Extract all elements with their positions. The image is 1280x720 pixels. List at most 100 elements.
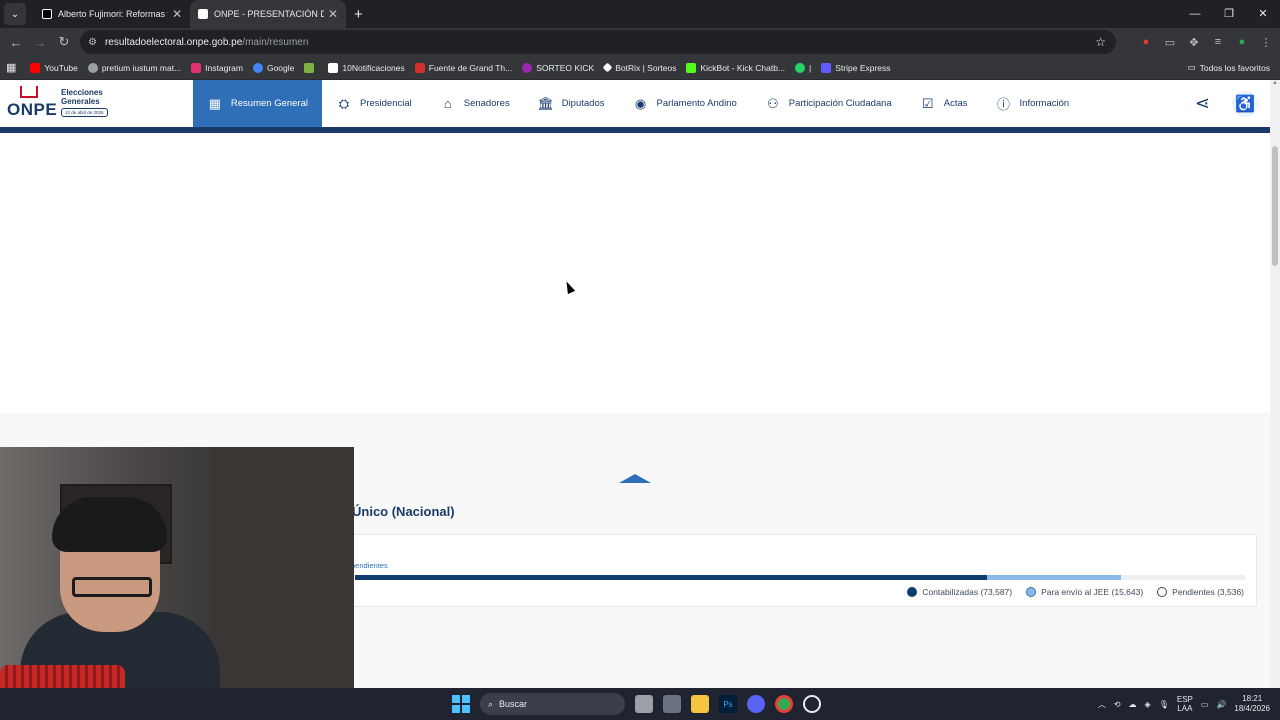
bookmark-sorteo-kick[interactable]: SORTEO KICK — [522, 62, 594, 73]
minimize-button[interactable]: — — [1178, 0, 1212, 28]
close-icon[interactable]: ✕ — [172, 7, 182, 21]
new-tab-button[interactable]: + — [354, 6, 363, 23]
tab-search-icon[interactable]: ≡ — [1210, 36, 1226, 48]
taskbar-search[interactable]: ⌕ Buscar — [480, 693, 625, 715]
chrome-icon[interactable] — [775, 695, 793, 713]
kick-icon — [522, 62, 533, 73]
address-bar[interactable]: ⚙ resultadoelectoral.onpe.gob.pe/main/re… — [80, 30, 1116, 54]
discord-icon[interactable] — [747, 695, 765, 713]
pending-label: pendientes — [351, 561, 388, 570]
legend-contabilizadas: Contabilizadas (73,587) — [907, 587, 1012, 597]
forward-button[interactable]: → — [28, 35, 52, 50]
bookmark-botrix[interactable]: BotRix | Sorteos — [602, 63, 676, 73]
bookmark-google[interactable]: Google — [252, 62, 294, 73]
accessibility-icon[interactable]: ♿ — [1232, 90, 1258, 117]
tab-search-button[interactable]: ⌄ — [4, 3, 26, 25]
task-view-icon[interactable] — [635, 695, 653, 713]
lang-2: LAA — [1177, 704, 1193, 713]
bookmark-label: Fuente de Grand Th... — [428, 62, 513, 73]
language-indicator[interactable]: ESP LAA — [1177, 695, 1193, 713]
apps-grid-icon[interactable]: ▦ — [6, 61, 16, 74]
restore-button[interactable]: ❐ — [1212, 0, 1246, 28]
extension-record-icon[interactable]: ● — [1138, 36, 1154, 48]
nav-participacion-ciudadana[interactable]: ⚇ Participación Ciudadana — [751, 80, 906, 127]
obs-icon[interactable] — [803, 695, 821, 713]
extensions-puzzle-icon[interactable]: ✥ — [1186, 36, 1202, 49]
progress-jee — [987, 575, 1121, 580]
page-scrollbar[interactable]: ▲ — [1270, 80, 1280, 688]
printer-app-icon[interactable] — [663, 695, 681, 713]
bookmark-instagram[interactable]: Instagram — [191, 62, 243, 73]
bookmark-pretium[interactable]: pretium iustum mat... — [87, 62, 181, 73]
taskbar-clock[interactable]: 18:21 18/4/2026 — [1234, 694, 1270, 714]
photoshop-icon[interactable]: Ps — [719, 695, 737, 713]
volume-icon[interactable]: 🔊 — [1216, 700, 1226, 709]
chevron-up-icon[interactable]: ︿ — [1098, 699, 1106, 710]
site-info-icon[interactable]: ⚙ — [88, 37, 97, 48]
browser-tab-0[interactable]: Alberto Fujimori: Reformas y Ec ✕ — [34, 0, 190, 28]
extension-card-icon[interactable]: ▭ — [1162, 36, 1178, 49]
browser-tab-1[interactable]: ONPE - PRESENTACIÓN DE RES ✕ — [190, 0, 346, 28]
scrollbar-thumb[interactable] — [1272, 146, 1278, 266]
all-bookmarks-button[interactable]: ▭ Todos los favoritos — [1188, 62, 1270, 73]
share-icon[interactable]: ⋖ — [1195, 93, 1210, 114]
bookmark-kickbot[interactable]: KickBot - Kick Chatb... — [686, 62, 786, 73]
url-path: /main/resumen — [242, 36, 309, 48]
webcam-person-hair — [52, 497, 167, 552]
scroll-up-icon[interactable]: ▲ — [1270, 80, 1280, 86]
windows-start-icon[interactable] — [452, 695, 470, 713]
nav-label: Información — [1019, 98, 1070, 109]
profile-avatar[interactable]: ● — [1234, 36, 1250, 48]
legend-dot — [907, 587, 918, 597]
bookmark-label: Instagram — [205, 62, 243, 73]
file-explorer-icon[interactable] — [691, 695, 709, 713]
tab-title: ONPE - PRESENTACIÓN DE RES — [214, 9, 324, 19]
logo-subtitle-2: Generales — [61, 97, 100, 106]
bookmark-stripe[interactable]: Stripe Express — [821, 62, 891, 73]
cloud-icon[interactable]: ☁ — [1129, 700, 1137, 709]
info-doc-icon: ⓘ — [997, 97, 1011, 112]
bookmark-star-icon[interactable]: ☆ — [1095, 35, 1106, 49]
nav-presidencial[interactable]: ⛭ Presidencial — [322, 80, 426, 127]
close-window-button[interactable]: ✕ — [1246, 0, 1280, 28]
security-icon[interactable]: ◈ — [1145, 700, 1151, 709]
onpe-logo[interactable]: ONPE Elecciones Generales 12 de abril de … — [0, 80, 193, 127]
bookmark-label: KickBot - Kick Chatb... — [700, 62, 786, 73]
url-text: resultadoelectoral.onpe.gob.pe/main/resu… — [105, 37, 308, 48]
nav-parlamento-andino[interactable]: ◉ Parlamento Andino — [618, 80, 750, 127]
search-placeholder: Buscar — [499, 699, 528, 709]
nav-diputados[interactable]: 🏛 Diputados — [524, 80, 619, 127]
ballot-box-icon — [20, 86, 38, 98]
reload-button[interactable]: ↻ — [52, 34, 76, 50]
menu-kebab-icon[interactable]: ⋮ — [1258, 36, 1274, 49]
close-icon[interactable]: ✕ — [328, 7, 338, 21]
bookmark-gta[interactable]: Fuente de Grand Th... — [414, 62, 513, 73]
microphone-icon[interactable]: 🎙 — [1159, 700, 1169, 709]
window-controls: — ❐ ✕ — [1178, 0, 1280, 28]
bookmark-label: | — [809, 62, 812, 73]
stripe-icon — [821, 62, 832, 73]
bookmark-whatsapp[interactable]: | — [795, 62, 812, 73]
network-icon[interactable]: ▭ — [1201, 700, 1209, 709]
collapse-chevron-icon[interactable] — [619, 474, 651, 483]
header-actions: ⋖ ♿ — [1195, 80, 1258, 127]
section-title: Único (Nacional) — [352, 504, 455, 519]
sync-icon[interactable]: ⟲ — [1114, 700, 1121, 709]
nav-informacion[interactable]: ⓘ Información — [982, 80, 1084, 127]
clock-time: 18:21 — [1242, 694, 1263, 703]
bookmark-pinwheel[interactable] — [304, 62, 318, 73]
instagram-icon — [191, 62, 202, 73]
nav-senadores[interactable]: ⌂ Senadores — [426, 80, 524, 127]
building-icon: 🏛 — [537, 95, 554, 111]
youtube-icon — [30, 62, 41, 73]
back-button[interactable]: ← — [4, 35, 28, 50]
tab-title: Alberto Fujimori: Reformas y Ec — [58, 9, 168, 19]
bookmark-10notificaciones[interactable]: 10Notificaciones — [328, 62, 405, 73]
bookmarks-bar: ▦ YouTube pretium iustum mat... Instagra… — [0, 56, 1280, 80]
taskbar-apps: ⌕ Buscar Ps — [452, 692, 821, 716]
font-icon — [414, 62, 425, 73]
webcam-person-glasses — [72, 577, 152, 597]
bookmark-youtube[interactable]: YouTube — [30, 62, 78, 73]
nav-resumen-general[interactable]: ▦ Resumen General — [193, 80, 322, 127]
nav-actas[interactable]: ☑ Actas — [906, 80, 982, 127]
